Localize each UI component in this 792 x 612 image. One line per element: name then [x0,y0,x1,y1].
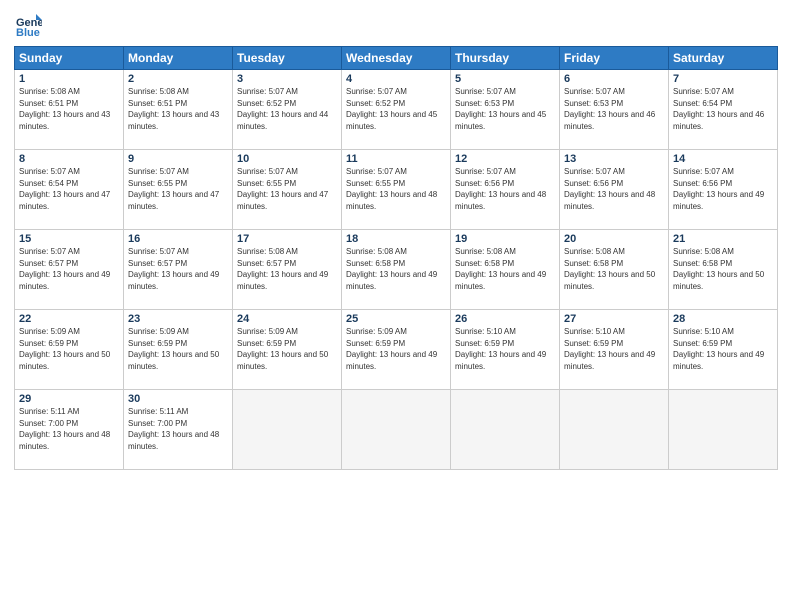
table-row: 4 Sunrise: 5:07 AM Sunset: 6:52 PM Dayli… [342,70,451,150]
col-monday: Monday [124,47,233,70]
table-row: 1 Sunrise: 5:08 AM Sunset: 6:51 PM Dayli… [15,70,124,150]
calendar-week-row: 8 Sunrise: 5:07 AM Sunset: 6:54 PM Dayli… [15,150,778,230]
table-row: 24 Sunrise: 5:09 AM Sunset: 6:59 PM Dayl… [233,310,342,390]
table-row: 5 Sunrise: 5:07 AM Sunset: 6:53 PM Dayli… [451,70,560,150]
weekday-header-row: Sunday Monday Tuesday Wednesday Thursday… [15,47,778,70]
col-tuesday: Tuesday [233,47,342,70]
col-saturday: Saturday [669,47,778,70]
table-row: 17 Sunrise: 5:08 AM Sunset: 6:57 PM Dayl… [233,230,342,310]
header: General Blue [14,10,778,38]
table-row: 28 Sunrise: 5:10 AM Sunset: 6:59 PM Dayl… [669,310,778,390]
table-row: 25 Sunrise: 5:09 AM Sunset: 6:59 PM Dayl… [342,310,451,390]
table-row: 29 Sunrise: 5:11 AM Sunset: 7:00 PM Dayl… [15,390,124,470]
calendar-week-row: 29 Sunrise: 5:11 AM Sunset: 7:00 PM Dayl… [15,390,778,470]
col-sunday: Sunday [15,47,124,70]
table-row: 9 Sunrise: 5:07 AM Sunset: 6:55 PM Dayli… [124,150,233,230]
table-row: 18 Sunrise: 5:08 AM Sunset: 6:58 PM Dayl… [342,230,451,310]
calendar-week-row: 15 Sunrise: 5:07 AM Sunset: 6:57 PM Dayl… [15,230,778,310]
empty-cell [233,390,342,470]
table-row: 26 Sunrise: 5:10 AM Sunset: 6:59 PM Dayl… [451,310,560,390]
table-row: 3 Sunrise: 5:07 AM Sunset: 6:52 PM Dayli… [233,70,342,150]
table-row: 27 Sunrise: 5:10 AM Sunset: 6:59 PM Dayl… [560,310,669,390]
empty-cell [669,390,778,470]
svg-text:Blue: Blue [16,27,40,38]
table-row: 10 Sunrise: 5:07 AM Sunset: 6:55 PM Dayl… [233,150,342,230]
empty-cell [560,390,669,470]
col-wednesday: Wednesday [342,47,451,70]
col-friday: Friday [560,47,669,70]
table-row: 21 Sunrise: 5:08 AM Sunset: 6:58 PM Dayl… [669,230,778,310]
table-row: 14 Sunrise: 5:07 AM Sunset: 6:56 PM Dayl… [669,150,778,230]
table-row: 11 Sunrise: 5:07 AM Sunset: 6:55 PM Dayl… [342,150,451,230]
table-row: 12 Sunrise: 5:07 AM Sunset: 6:56 PM Dayl… [451,150,560,230]
logo-icon: General Blue [14,10,42,38]
calendar-container: General Blue Sunday Monday Tuesday Wedne… [0,0,792,612]
table-row: 20 Sunrise: 5:08 AM Sunset: 6:58 PM Dayl… [560,230,669,310]
table-row: 2 Sunrise: 5:08 AM Sunset: 6:51 PM Dayli… [124,70,233,150]
calendar-table: Sunday Monday Tuesday Wednesday Thursday… [14,46,778,470]
table-row: 6 Sunrise: 5:07 AM Sunset: 6:53 PM Dayli… [560,70,669,150]
empty-cell [342,390,451,470]
table-row: 8 Sunrise: 5:07 AM Sunset: 6:54 PM Dayli… [15,150,124,230]
table-row: 16 Sunrise: 5:07 AM Sunset: 6:57 PM Dayl… [124,230,233,310]
table-row: 22 Sunrise: 5:09 AM Sunset: 6:59 PM Dayl… [15,310,124,390]
table-row: 13 Sunrise: 5:07 AM Sunset: 6:56 PM Dayl… [560,150,669,230]
calendar-week-row: 22 Sunrise: 5:09 AM Sunset: 6:59 PM Dayl… [15,310,778,390]
empty-cell [451,390,560,470]
table-row: 30 Sunrise: 5:11 AM Sunset: 7:00 PM Dayl… [124,390,233,470]
col-thursday: Thursday [451,47,560,70]
table-row: 15 Sunrise: 5:07 AM Sunset: 6:57 PM Dayl… [15,230,124,310]
logo: General Blue [14,10,44,38]
table-row: 7 Sunrise: 5:07 AM Sunset: 6:54 PM Dayli… [669,70,778,150]
calendar-week-row: 1 Sunrise: 5:08 AM Sunset: 6:51 PM Dayli… [15,70,778,150]
table-row: 23 Sunrise: 5:09 AM Sunset: 6:59 PM Dayl… [124,310,233,390]
table-row: 19 Sunrise: 5:08 AM Sunset: 6:58 PM Dayl… [451,230,560,310]
